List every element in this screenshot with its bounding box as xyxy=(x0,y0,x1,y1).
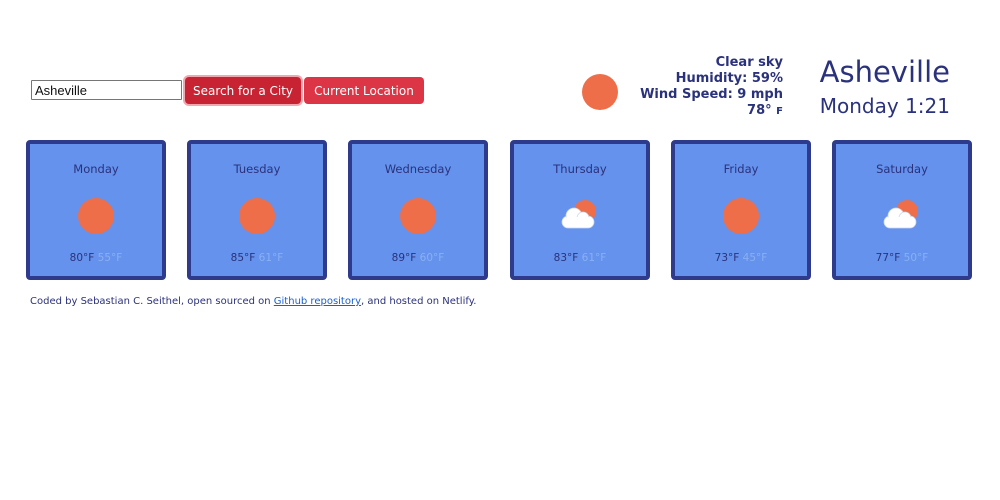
forecast-day: Friday xyxy=(723,162,759,176)
low-temp: 55°F xyxy=(97,252,123,264)
sun-icon xyxy=(582,74,618,110)
high-temp: 73°F xyxy=(714,252,740,264)
partly-cloudy-icon xyxy=(561,200,596,229)
forecast-card: Friday 73°F 45°F xyxy=(671,140,811,280)
forecast-card: Wednesday 89°F 60°F xyxy=(348,140,488,280)
footer-text-after: , and hosted on Netlify. xyxy=(361,296,477,307)
forecast-card: Thursday 83°F 61°F xyxy=(510,140,650,280)
current-temperature: 78° F xyxy=(640,103,783,120)
footer: Coded by Sebastian C. Seithel, open sour… xyxy=(30,296,476,307)
forecast-day: Wednesday xyxy=(384,162,452,176)
low-temp: 50°F xyxy=(903,252,929,264)
partly-cloudy-icon xyxy=(883,200,918,229)
forecast-temps: 83°F 61°F xyxy=(514,252,646,264)
sun-icon xyxy=(400,198,436,234)
weather-description: Clear sky xyxy=(715,55,783,70)
low-temp: 60°F xyxy=(419,252,445,264)
search-input[interactable] xyxy=(31,80,182,100)
high-temp: 77°F xyxy=(875,252,901,264)
sun-icon xyxy=(78,198,114,234)
high-temp: 89°F xyxy=(391,252,417,264)
forecast-temps: 89°F 60°F xyxy=(352,252,484,264)
day-time: Monday 1:21 xyxy=(819,94,950,118)
low-temp: 61°F xyxy=(258,252,284,264)
sun-icon xyxy=(239,198,275,234)
low-temp: 61°F xyxy=(581,252,607,264)
high-temp: 85°F xyxy=(230,252,256,264)
forecast-temps: 77°F 50°F xyxy=(836,252,968,264)
low-temp: 45°F xyxy=(742,252,768,264)
forecast-day: Saturday xyxy=(876,162,928,176)
forecast-temps: 85°F 61°F xyxy=(191,252,323,264)
current-location-button[interactable]: Current Location xyxy=(304,77,424,104)
wind-speed: Wind Speed: 9 mph xyxy=(640,87,783,102)
forecast-temps: 73°F 45°F xyxy=(675,252,807,264)
high-temp: 83°F xyxy=(553,252,579,264)
city-name: Asheville xyxy=(819,55,950,89)
forecast-card: Saturday 77°F 50°F xyxy=(832,140,972,280)
forecast-day: Thursday xyxy=(553,162,607,176)
search-city-button[interactable]: Search for a City xyxy=(185,77,301,104)
forecast-temps: 80°F 55°F xyxy=(30,252,162,264)
github-link[interactable]: Github repository xyxy=(274,296,361,307)
forecast-day: Monday xyxy=(73,162,119,176)
current-conditions: Clear sky Humidity: 59% Wind Speed: 9 mp… xyxy=(640,55,783,120)
temperature-unit: F xyxy=(776,106,783,117)
temperature-value: 78° xyxy=(747,103,772,118)
city-header: Asheville Monday 1:21 xyxy=(800,55,950,119)
forecast-day: Tuesday xyxy=(233,162,281,176)
forecast-card: Monday 80°F 55°F xyxy=(26,140,166,280)
high-temp: 80°F xyxy=(69,252,95,264)
sun-icon xyxy=(723,198,759,234)
footer-text-before: Coded by Sebastian C. Seithel, open sour… xyxy=(30,296,274,307)
humidity: Humidity: 59% xyxy=(675,71,783,86)
forecast-card: Tuesday 85°F 61°F xyxy=(187,140,327,280)
